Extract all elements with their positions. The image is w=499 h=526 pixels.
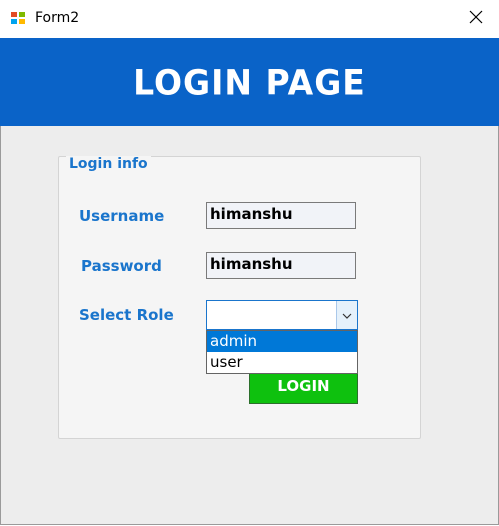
header-banner: LOGIN PAGE (0, 38, 499, 126)
chevron-down-icon (342, 306, 352, 324)
window-title: Form2 (35, 10, 80, 26)
role-dropdown-list: admin user (206, 330, 358, 374)
windows-form-icon (10, 10, 27, 27)
close-icon (469, 10, 483, 29)
close-button[interactable] (453, 0, 499, 38)
username-label: Username (79, 207, 165, 225)
role-label: Select Role (79, 306, 174, 324)
dropdown-button[interactable] (336, 301, 357, 329)
title-bar: Form2 (0, 0, 499, 38)
role-option-admin[interactable]: admin (207, 331, 357, 352)
page-title: LOGIN PAGE (133, 61, 366, 103)
group-title: Login info (66, 156, 151, 172)
username-field[interactable]: himanshu (206, 202, 356, 229)
password-label: Password (81, 257, 162, 275)
role-option-user[interactable]: user (207, 352, 357, 373)
password-field[interactable]: himanshu (206, 252, 356, 279)
role-select[interactable] (206, 300, 358, 330)
login-info-group (58, 156, 421, 439)
